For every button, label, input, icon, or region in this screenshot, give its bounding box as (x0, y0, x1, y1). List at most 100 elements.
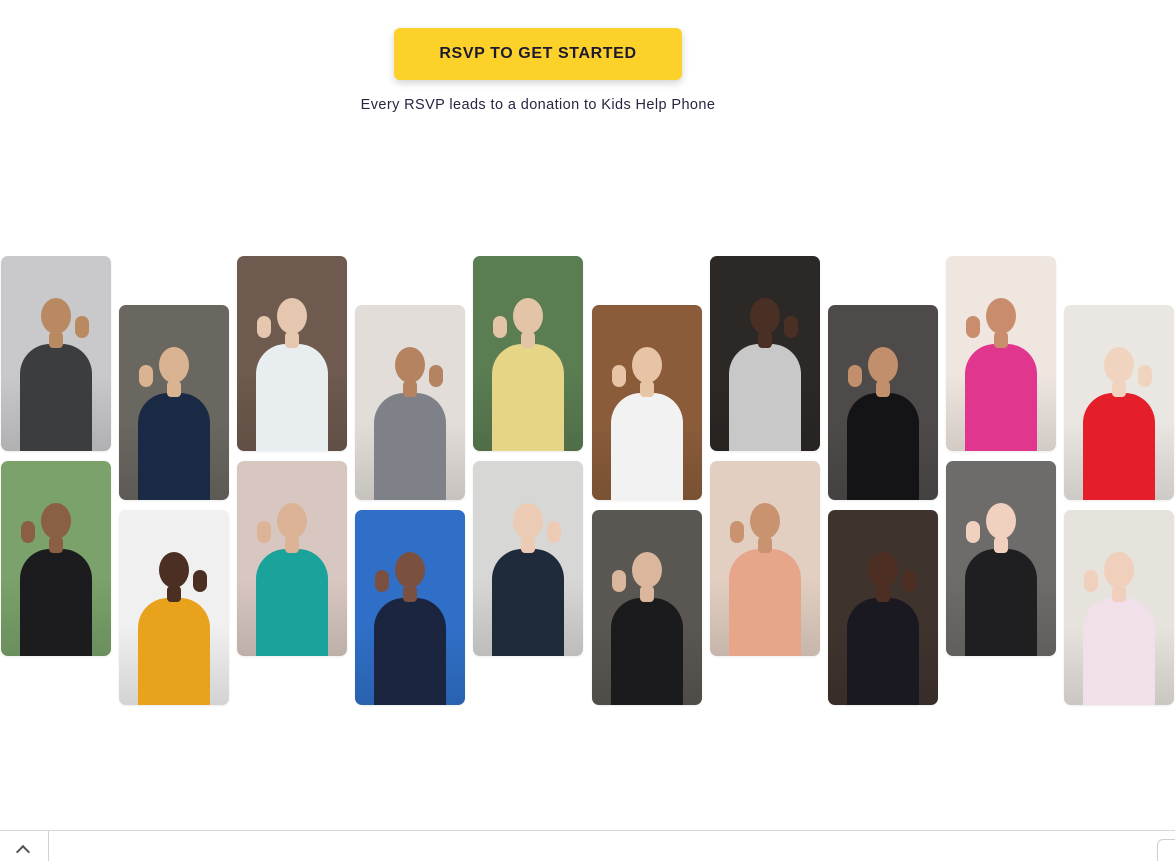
photo-face (1104, 552, 1134, 588)
waving-hand (429, 365, 443, 387)
photo-outfit (1083, 393, 1155, 500)
donation-tagline: Every RSVP leads to a donation to Kids H… (360, 97, 716, 113)
photo-face (277, 503, 307, 539)
waving-hand (612, 570, 626, 592)
photo-face (632, 552, 662, 588)
photo-face (750, 503, 780, 539)
photo-face (395, 552, 425, 588)
photo-face (868, 552, 898, 588)
waving-hand (730, 521, 744, 543)
photo-neck (49, 537, 63, 553)
rsvp-button[interactable]: RSVP TO GET STARTED (394, 28, 682, 80)
photo-girl-striped-blazer (119, 510, 229, 705)
photo-neck (403, 381, 417, 397)
photo-outfit (256, 344, 328, 451)
photo-girl-white-gown (237, 256, 347, 451)
photo-outfit (374, 598, 446, 705)
waving-hand (193, 570, 207, 592)
waving-hand (139, 365, 153, 387)
photo-outfit (20, 549, 92, 656)
photo-face (277, 298, 307, 334)
photo-face (513, 298, 543, 334)
photo-guy-navy-tux (119, 305, 229, 500)
page: RSVP TO GET STARTED Every RSVP leads to … (0, 0, 1175, 861)
waving-hand (375, 570, 389, 592)
photo-girl-black-gown (1, 461, 111, 656)
photo-neck (285, 332, 299, 348)
photo-neck (876, 381, 890, 397)
photo-guy-curly-hair (946, 461, 1056, 656)
toolbar-divider (48, 831, 49, 861)
waving-hand (547, 521, 561, 543)
bottom-toolbar (0, 830, 1175, 861)
photo-outfit (1083, 598, 1155, 705)
photo-neck (49, 332, 63, 348)
photo-neck (758, 537, 772, 553)
photo-outfit (847, 393, 919, 500)
photo-face (513, 503, 543, 539)
waving-hand (257, 521, 271, 543)
photo-outfit (965, 344, 1037, 451)
photo-neck (1112, 381, 1126, 397)
photo-outfit (847, 598, 919, 705)
waving-hand (75, 316, 89, 338)
photo-neck (167, 381, 181, 397)
photo-face (159, 552, 189, 588)
photo-girl-black-vneck (828, 305, 938, 500)
photo-person-suspenders (592, 305, 702, 500)
waving-hand (493, 316, 507, 338)
waving-hand (902, 570, 916, 592)
photo-girl-jeweled-gown (828, 510, 938, 705)
photo-outfit (256, 549, 328, 656)
side-panel-tab[interactable] (1157, 839, 1175, 861)
photo-outfit (729, 344, 801, 451)
photo-neck (994, 537, 1008, 553)
photo-face (750, 298, 780, 334)
photo-face (395, 347, 425, 383)
photo-girl-teal-dress (237, 461, 347, 656)
photo-neck (521, 537, 535, 553)
chevron-up-icon[interactable] (15, 844, 31, 860)
waving-hand (612, 365, 626, 387)
waving-hand (1138, 365, 1152, 387)
photo-girl-peach-gown (710, 461, 820, 656)
photo-guy-black-suit-mirror (592, 510, 702, 705)
photo-neck (640, 586, 654, 602)
waving-hand (966, 316, 980, 338)
photo-outfit (20, 344, 92, 451)
waving-hand (1084, 570, 1098, 592)
photo-neck (758, 332, 772, 348)
waving-hand (784, 316, 798, 338)
waving-hand (966, 521, 980, 543)
photo-outfit (611, 598, 683, 705)
photo-neck (994, 332, 1008, 348)
waving-hand (848, 365, 862, 387)
photo-girl-red-dress (1064, 305, 1174, 500)
photo-neck (285, 537, 299, 553)
waving-hand (21, 521, 35, 543)
photo-girl-sparkle-gown (1064, 510, 1174, 705)
photo-girl-navy-dress-sky (355, 510, 465, 705)
photo-face (1104, 347, 1134, 383)
photo-neck (403, 586, 417, 602)
photo-outfit (374, 393, 446, 500)
photo-girl-pink-saree (946, 256, 1056, 451)
photo-outfit (138, 393, 210, 500)
photo-neck (167, 586, 181, 602)
photo-face (159, 347, 189, 383)
photo-outfit (729, 549, 801, 656)
photo-neck (640, 381, 654, 397)
photo-girl-floral-gown (473, 256, 583, 451)
photo-neck (876, 586, 890, 602)
photo-face (41, 503, 71, 539)
photo-face (632, 347, 662, 383)
photo-face (986, 503, 1016, 539)
photo-girl-sequin-top (473, 461, 583, 656)
photo-guy-white-hat (710, 256, 820, 451)
photo-outfit (965, 549, 1037, 656)
photo-face (41, 298, 71, 334)
photo-outfit (492, 344, 564, 451)
waving-hand (257, 316, 271, 338)
photo-neck (521, 332, 535, 348)
photo-neck (1112, 586, 1126, 602)
